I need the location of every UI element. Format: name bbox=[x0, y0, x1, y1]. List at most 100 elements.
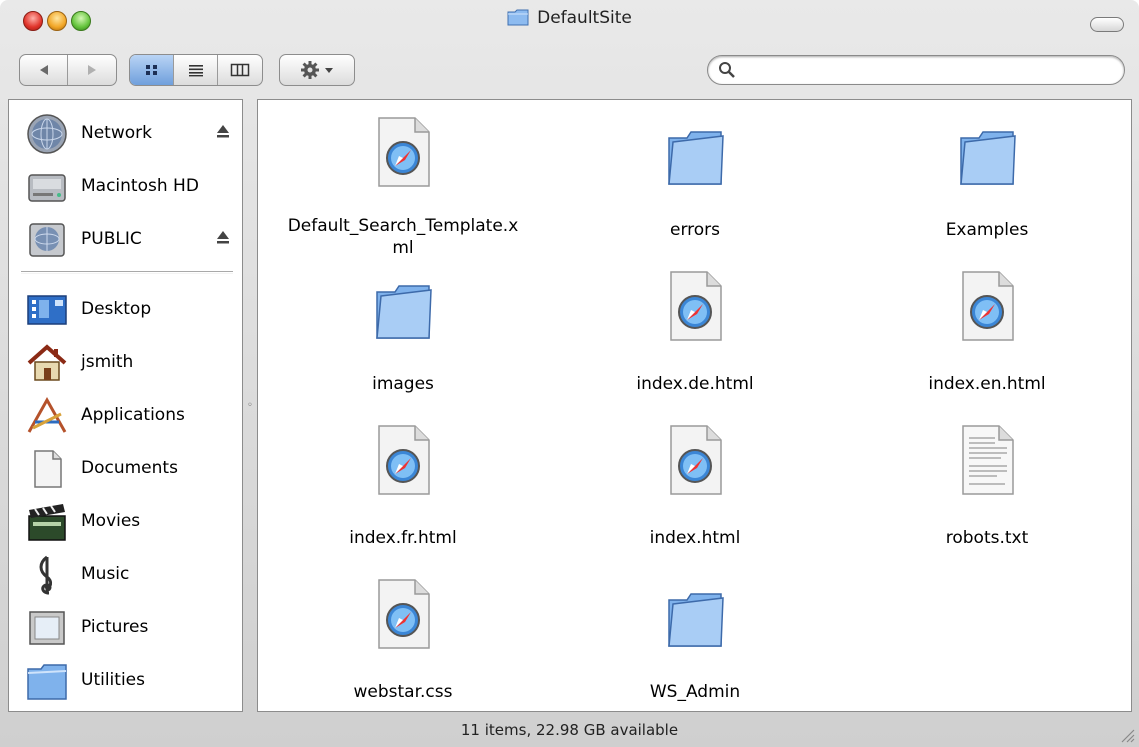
sidebar-item-label: Music bbox=[81, 564, 130, 584]
sidebar-item-public[interactable]: PUBLIC bbox=[9, 214, 242, 264]
sidebar: Network Macintosh HD PUBLIC Desktop jsmi… bbox=[8, 99, 243, 712]
sidebar-item-desktop[interactable]: Desktop bbox=[9, 284, 242, 334]
action-menu-button[interactable] bbox=[279, 54, 355, 86]
list-view-icon bbox=[188, 65, 203, 77]
sidebar-item-network[interactable]: Network bbox=[9, 108, 242, 158]
hard-drive-icon bbox=[28, 174, 66, 202]
window-title-group: DefaultSite bbox=[0, 8, 1139, 28]
sidebar-item-label: Utilities bbox=[81, 670, 145, 690]
eject-icon[interactable] bbox=[216, 229, 230, 245]
sidebar-item-label: PUBLIC bbox=[81, 229, 142, 249]
folder-icon bbox=[668, 593, 724, 647]
file-browser: Default_Search_Template.x ml errors Exam… bbox=[257, 99, 1132, 712]
toolbar bbox=[0, 48, 1139, 94]
view-mode-control bbox=[129, 54, 263, 86]
sidebar-item-label: Applications bbox=[81, 405, 185, 425]
search-icon bbox=[719, 62, 735, 78]
sidebar-item-pictures[interactable]: Pictures bbox=[9, 602, 242, 652]
title-bar[interactable]: DefaultSite bbox=[0, 0, 1139, 40]
status-bar: 11 items, 22.98 GB available bbox=[0, 714, 1139, 747]
search-input[interactable] bbox=[742, 60, 1112, 80]
sidebar-item-music[interactable]: Music bbox=[9, 549, 242, 599]
file-item[interactable]: robots.txt bbox=[842, 414, 1132, 564]
safari-document-icon bbox=[962, 271, 1014, 341]
file-item[interactable]: errors bbox=[550, 106, 840, 256]
back-button[interactable] bbox=[20, 55, 69, 85]
eject-icon[interactable] bbox=[216, 123, 230, 139]
forward-arrow-icon bbox=[88, 65, 96, 75]
sidebar-item-jsmith[interactable]: jsmith bbox=[9, 337, 242, 387]
sidebar-item-macintosh-hd[interactable]: Macintosh HD bbox=[9, 161, 242, 211]
toolbar-toggle-button[interactable] bbox=[1090, 17, 1124, 32]
chevron-down-icon bbox=[325, 68, 333, 73]
file-name: Default_Search_Template.x ml bbox=[287, 216, 519, 258]
sidebar-item-label: Network bbox=[81, 123, 152, 143]
sidebar-splitter[interactable]: ◦ bbox=[245, 400, 255, 412]
file-name: index.html bbox=[649, 528, 741, 548]
file-name: index.en.html bbox=[928, 374, 1046, 394]
sidebar-separator bbox=[21, 271, 233, 274]
status-text: 11 items, 22.98 GB available bbox=[460, 721, 679, 739]
file-item[interactable]: index.de.html bbox=[550, 260, 840, 410]
icon-view-icon bbox=[145, 65, 157, 75]
sidebar-item-label: Desktop bbox=[81, 299, 152, 319]
sidebar-item-label: Macintosh HD bbox=[81, 176, 199, 196]
sidebar-item-label: Movies bbox=[81, 511, 141, 531]
music-clef-icon bbox=[39, 555, 53, 595]
text-document-icon bbox=[962, 425, 1014, 495]
folder-icon bbox=[507, 9, 529, 26]
safari-document-icon bbox=[670, 425, 722, 495]
icon-view-button[interactable] bbox=[130, 55, 174, 85]
sidebar-item-utilities[interactable]: Utilities bbox=[9, 655, 242, 705]
finder-window: DefaultSite Network Macintosh HD PUBLIC … bbox=[0, 0, 1139, 747]
file-name: images bbox=[372, 374, 434, 394]
desktop-icon bbox=[27, 295, 67, 325]
file-item[interactable]: images bbox=[258, 260, 548, 410]
file-name: errors bbox=[669, 220, 720, 240]
file-item[interactable]: index.en.html bbox=[842, 260, 1132, 410]
safari-document-icon bbox=[378, 579, 430, 649]
movies-clapper-icon bbox=[28, 504, 66, 541]
file-name: WS_Admin bbox=[649, 682, 741, 702]
column-view-button[interactable] bbox=[218, 55, 262, 85]
folder-icon bbox=[960, 131, 1016, 185]
file-name: webstar.css bbox=[353, 682, 453, 702]
back-forward-control bbox=[19, 54, 117, 86]
column-view-icon bbox=[230, 63, 250, 77]
sidebar-item-label: Documents bbox=[81, 458, 178, 478]
gear-icon bbox=[301, 61, 319, 79]
file-item[interactable]: Examples bbox=[842, 106, 1132, 256]
pictures-frame-icon bbox=[29, 611, 65, 645]
applications-icon bbox=[27, 396, 67, 433]
folder-icon bbox=[668, 131, 724, 185]
file-name: Examples bbox=[945, 220, 1029, 240]
folder-icon bbox=[27, 664, 67, 700]
file-name: robots.txt bbox=[945, 528, 1029, 548]
file-item[interactable]: webstar.css bbox=[258, 568, 548, 718]
list-view-button[interactable] bbox=[174, 55, 218, 85]
search-field[interactable] bbox=[707, 55, 1125, 85]
file-name: index.fr.html bbox=[349, 528, 457, 548]
sidebar-item-movies[interactable]: Movies bbox=[9, 496, 242, 546]
resize-grip-icon[interactable] bbox=[1117, 725, 1135, 743]
sidebar-item-label: Pictures bbox=[81, 617, 149, 637]
safari-document-icon bbox=[670, 271, 722, 341]
safari-document-icon bbox=[378, 117, 430, 187]
back-arrow-icon bbox=[39, 65, 48, 75]
file-item[interactable]: index.html bbox=[550, 414, 840, 564]
file-item[interactable]: index.fr.html bbox=[258, 414, 548, 564]
safari-document-icon bbox=[378, 425, 430, 495]
window-title: DefaultSite bbox=[537, 8, 632, 28]
file-item[interactable]: WS_Admin bbox=[550, 568, 840, 718]
action-menu-part[interactable] bbox=[280, 55, 354, 85]
sidebar-item-applications[interactable]: Applications bbox=[9, 390, 242, 440]
folder-icon bbox=[376, 285, 432, 339]
documents-icon bbox=[34, 450, 62, 488]
sidebar-item-label: jsmith bbox=[81, 352, 134, 372]
forward-button[interactable] bbox=[68, 55, 116, 85]
network-globe-icon bbox=[27, 114, 67, 154]
file-item[interactable]: Default_Search_Template.x ml bbox=[258, 106, 548, 258]
sidebar-item-documents[interactable]: Documents bbox=[9, 443, 242, 493]
network-volume-icon bbox=[29, 223, 65, 257]
file-name: index.de.html bbox=[636, 374, 754, 394]
